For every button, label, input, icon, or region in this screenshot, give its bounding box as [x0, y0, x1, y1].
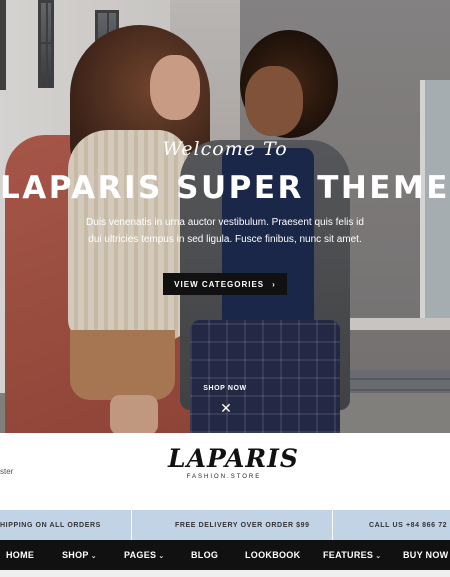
shop-now-link[interactable]: SHOP NOW [0, 385, 450, 392]
close-icon[interactable]: ✕ [219, 401, 233, 415]
chevron-down-icon: ⌄ [158, 553, 165, 560]
nav-item-features[interactable]: FEATURES ⌄ [323, 540, 381, 570]
logo-subtitle: FASHION.STORE [186, 474, 262, 480]
register-link[interactable]: ster [0, 467, 13, 476]
hero-banner: Welcome To LAPARIS SUPER THEME Duis vene… [0, 0, 450, 433]
info-bar: HIPPING ON ALL ORDERS FREE DELIVERY OVER… [0, 510, 450, 540]
nav-item-lookbook[interactable]: LOOKBOOK [245, 540, 300, 570]
info-free-delivery: FREE DELIVERY OVER ORDER $99 [175, 521, 310, 529]
nav-item-shop[interactable]: SHOP ⌄ [62, 540, 97, 570]
nav-label: FEATURES [323, 550, 374, 560]
nav-label: PAGES [124, 550, 157, 560]
logo-text: LAPARIS [168, 444, 299, 473]
bottom-strip [0, 570, 450, 577]
nav-item-buy-now[interactable]: BUY NOW [403, 540, 448, 570]
nav-item-blog[interactable]: BLOG [191, 540, 218, 570]
nav-label: BLOG [191, 550, 219, 560]
hero-subtext: Duis venenatis in urna auctor vestibulum… [86, 217, 364, 245]
nav-label: LOOKBOOK [245, 550, 301, 560]
chevron-right-icon: › [272, 279, 276, 289]
nav-label: SHOP [62, 550, 89, 560]
view-categories-label: VIEW CATEGORIES [174, 279, 265, 289]
view-categories-button[interactable]: VIEW CATEGORIES › [163, 273, 287, 295]
info-call-us: CALL US +84 866 72 [369, 521, 448, 529]
chevron-down-icon: ⌄ [90, 553, 97, 560]
hero-headline: LAPARIS SUPER THEME [0, 170, 450, 206]
info-free-shipping: HIPPING ON ALL ORDERS [0, 521, 101, 529]
nav-item-home[interactable]: HOME [6, 540, 34, 570]
chevron-down-icon: ⌄ [375, 553, 382, 560]
main-nav: HOME SHOP ⌄ PAGES ⌄ BLOG LOOKBOOK FEATURES… [0, 540, 450, 570]
nav-label: HOME [6, 550, 35, 560]
divider [332, 510, 333, 540]
hero-welcome: Welcome To [162, 138, 288, 160]
nav-label: BUY NOW [403, 550, 449, 560]
nav-item-pages[interactable]: PAGES ⌄ [124, 540, 165, 570]
divider [131, 510, 132, 540]
site-logo[interactable]: LAPARIS FASHION.STORE [168, 444, 299, 481]
